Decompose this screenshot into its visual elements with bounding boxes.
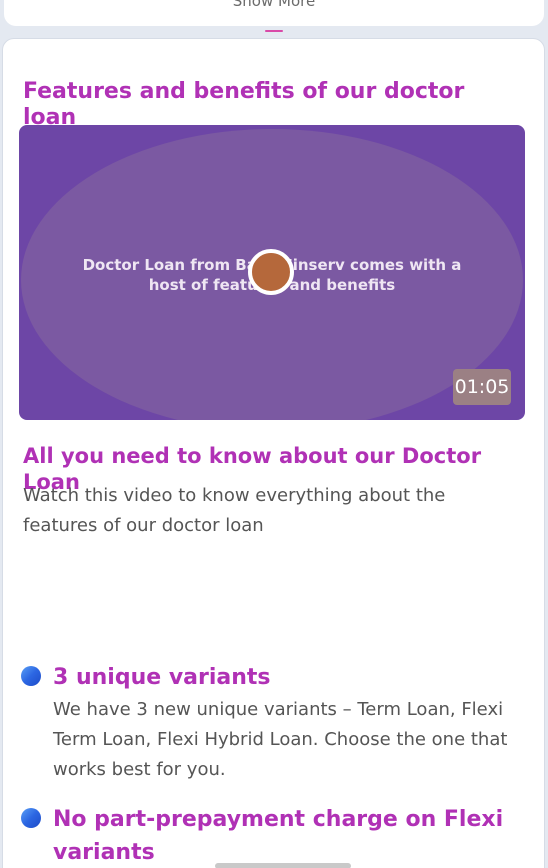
scroll-handle[interactable] [215,863,351,868]
video-description: Watch this video to know everything abou… [23,485,446,536]
bullet-dot-icon [21,808,41,828]
bullet-dot-icon [21,666,41,686]
video-duration: 01:05 [453,369,511,405]
benefits-card: Features and benefits of our doctor loan… [2,38,545,868]
play-icon[interactable] [248,249,294,295]
section-title: Features and benefits of our doctor loan [23,79,465,130]
feature-description: We have 3 new unique variants – Term Loa… [53,699,508,780]
feature-title: 3 unique variants [53,665,271,690]
section-divider [265,30,283,32]
show-more-link[interactable]: Show More [4,0,544,10]
previous-card: Show More [4,0,544,26]
video-player[interactable]: Doctor Loan from Bajaj Finserv comes wit… [19,125,525,420]
feature-title: No part-prepayment charge on Flexi varia… [53,807,504,865]
